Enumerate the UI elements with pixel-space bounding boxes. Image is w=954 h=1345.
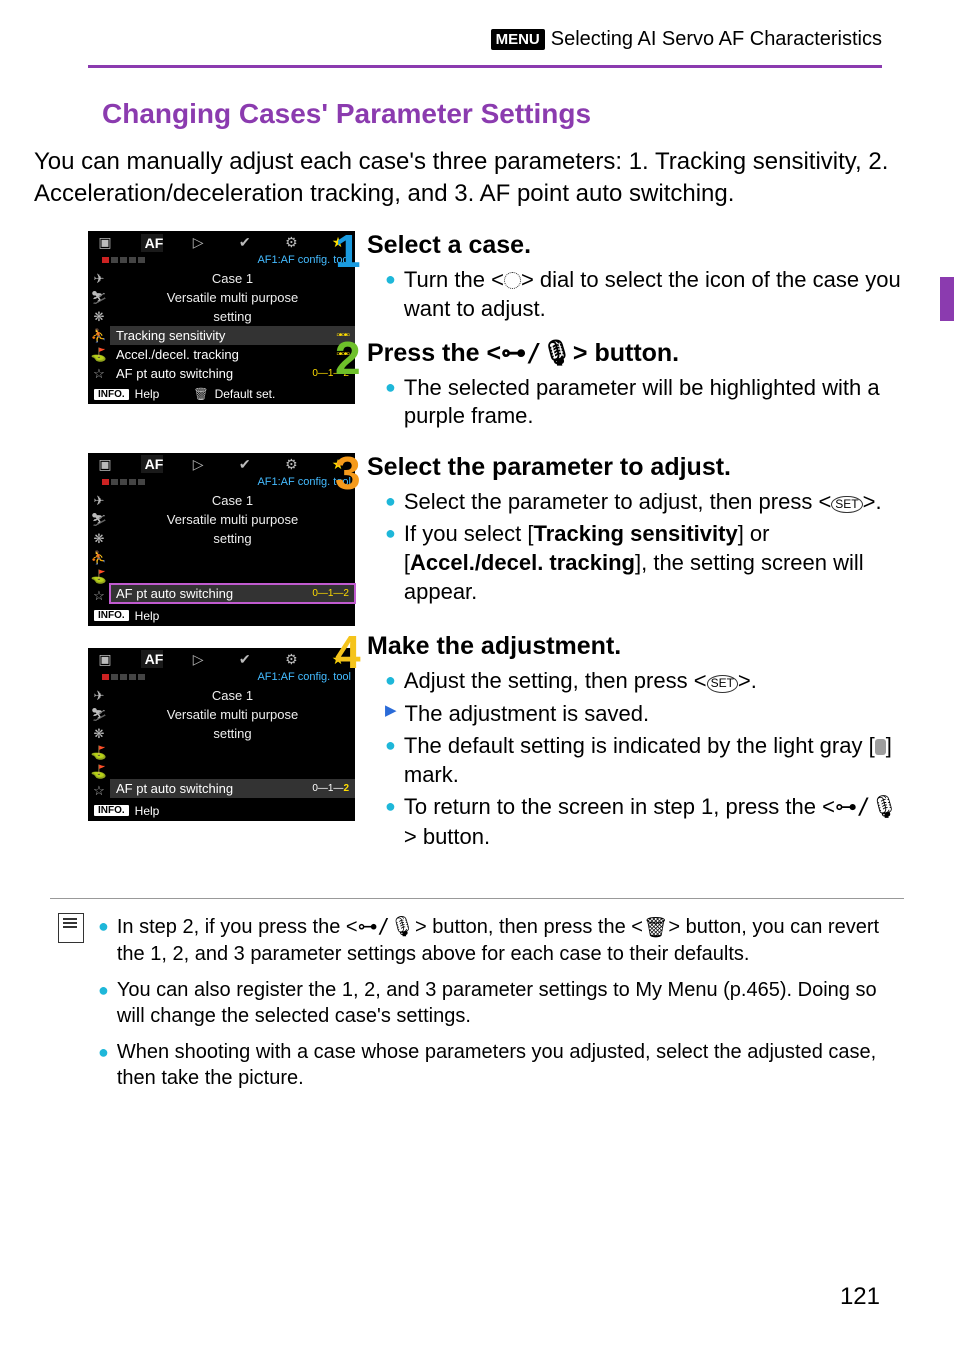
bullet-icon: ● bbox=[98, 1039, 109, 1066]
step-number-4: 4 bbox=[335, 632, 361, 673]
camera-screenshot-1: ▣ AF ▷ ✔ ⚙ ★ AF1:AF config. tool ✈⛷❋⛹⛳☆ … bbox=[88, 231, 355, 404]
bullet-icon: ● bbox=[385, 488, 396, 515]
step-4-bullet-2: The adjustment is saved. bbox=[405, 700, 650, 729]
triangle-bullet-icon: ▶ bbox=[385, 700, 397, 723]
bullet-icon: ● bbox=[98, 977, 109, 1004]
camera-screenshot-2: ▣AF▷✔⚙★ AF1:AF config. tool ✈⛷❋⛹⛳☆ Case … bbox=[88, 453, 355, 626]
step-3-title: Select the parameter to adjust. bbox=[367, 453, 904, 482]
tab-camera-icon: ▣ bbox=[94, 234, 116, 251]
header-divider bbox=[88, 65, 882, 68]
bullet-icon: ● bbox=[385, 520, 396, 547]
step-number-1: 1 bbox=[335, 231, 361, 272]
step-4-bullet-4: To return to the screen in step 1, press… bbox=[404, 793, 904, 851]
menu-badge: MENU bbox=[491, 29, 545, 50]
quick-dial-icon bbox=[504, 272, 521, 289]
bullet-icon: ● bbox=[385, 266, 396, 293]
tab-custom-icon: ⚙ bbox=[280, 234, 302, 251]
case-desc-1: Versatile multi purpose bbox=[110, 288, 355, 307]
step-4-bullet-1: Adjust the setting, then press <SET>. bbox=[404, 667, 757, 696]
step-2-title: Press the <⊶/🎙> button. bbox=[367, 338, 904, 368]
header-text: Selecting AI Servo AF Characteristics bbox=[551, 28, 882, 51]
param-accel: Accel./decel. tracking▫•▫•▫ bbox=[110, 345, 355, 364]
gray-marker-icon bbox=[875, 739, 886, 755]
rate-button-icon: ⊶/🎙 bbox=[501, 338, 573, 367]
set-button-icon: SET bbox=[831, 496, 862, 514]
camera-screenshot-3: ▣AF▷✔⚙★ AF1:AF config. tool ✈⛷❋⛳⛳☆ Case … bbox=[88, 648, 355, 821]
page-header: MENU Selecting AI Servo AF Characteristi… bbox=[0, 0, 954, 51]
param-afpt: AF pt auto switching0—1—2 bbox=[110, 364, 355, 383]
rate-button-icon: ⊶/🎙 bbox=[835, 795, 898, 820]
trash-icon: 🗑 bbox=[643, 915, 668, 941]
tab-play-icon: ▷ bbox=[187, 234, 209, 251]
section-title: Changing Cases' Parameter Settings bbox=[102, 98, 954, 130]
note-icon bbox=[58, 913, 84, 943]
bullet-icon: ● bbox=[385, 374, 396, 401]
rate-button-icon: ⊶/🎙 bbox=[358, 914, 415, 938]
note-box: ● In step 2, if you press the <⊶/🎙> butto… bbox=[50, 898, 904, 1101]
note-3: When shooting with a case whose paramete… bbox=[117, 1039, 904, 1091]
note-2: You can also register the 1, 2, and 3 pa… bbox=[117, 977, 904, 1029]
param-afpt-selected: AF pt auto switching0—1—2 bbox=[110, 584, 355, 603]
intro-paragraph: You can manually adjust each case's thre… bbox=[34, 146, 894, 209]
case-desc-2: setting bbox=[110, 307, 355, 326]
param-afpt-adjusted: AF pt auto switching0—1—2 bbox=[110, 779, 355, 798]
step-number-2: 2 bbox=[335, 338, 361, 379]
bullet-icon: ● bbox=[385, 667, 396, 694]
param-tracking: Tracking sensitivity▫•▫•▫ bbox=[110, 326, 355, 345]
bullet-icon: ● bbox=[385, 732, 396, 759]
bullet-icon: ● bbox=[385, 793, 396, 820]
page-number: 121 bbox=[840, 1283, 880, 1311]
case-label: Case 1 bbox=[110, 269, 355, 288]
tab-af: AF bbox=[141, 234, 163, 252]
step-4-bullet-3: The default setting is indicated by the … bbox=[404, 732, 904, 789]
default-label: Default set. bbox=[215, 387, 276, 401]
step-3-bullet-1: Select the parameter to adjust, then pre… bbox=[404, 488, 882, 517]
step-4-title: Make the adjustment. bbox=[367, 632, 904, 661]
trash-icon: 🗑 bbox=[193, 387, 208, 401]
note-1: In step 2, if you press the <⊶/🎙> button… bbox=[117, 913, 904, 967]
step-number-3: 3 bbox=[335, 453, 361, 494]
set-button-icon: SET bbox=[707, 675, 738, 693]
info-badge: INFO. bbox=[94, 389, 129, 400]
tab-wrench-icon: ✔ bbox=[234, 234, 256, 251]
section-edge-tab bbox=[940, 277, 954, 321]
bullet-icon: ● bbox=[98, 913, 109, 940]
step-2-bullet: The selected parameter will be highlight… bbox=[404, 374, 904, 431]
help-label: Help bbox=[135, 387, 160, 401]
step-1-title: Select a case. bbox=[367, 231, 904, 260]
step-1-bullet: Turn the <> dial to select the icon of t… bbox=[404, 266, 904, 323]
step-3-bullet-2: If you select [Tracking sensitivity] or … bbox=[404, 520, 904, 606]
